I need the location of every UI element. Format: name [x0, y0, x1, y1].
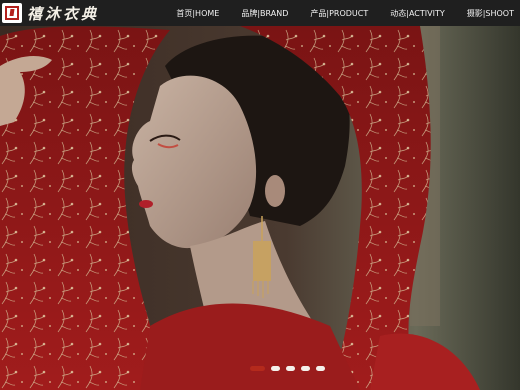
nav-item-activity[interactable]: 动态|ACTIVITY	[390, 8, 444, 19]
brand-logo[interactable]: 禧沐衣典	[2, 0, 99, 26]
carousel-dot-5[interactable]	[316, 366, 325, 371]
carousel-dot-1[interactable]	[250, 366, 265, 371]
main-menu: 首页|HOME 品牌|BRAND 产品|PRODUCT 动态|ACTIVITY …	[176, 0, 514, 26]
brand-name: 禧沐衣典	[27, 4, 100, 23]
nav-item-shoot[interactable]: 摄影|SHOOT	[467, 8, 514, 19]
top-nav: 禧沐衣典 首页|HOME 品牌|BRAND 产品|PRODUCT 动态|ACTI…	[0, 0, 520, 26]
hero-image	[0, 26, 520, 390]
carousel-dot-2[interactable]	[271, 366, 280, 371]
carousel-pagination	[250, 366, 325, 371]
nav-item-brand[interactable]: 品牌|BRAND	[241, 8, 288, 19]
seal-logo-icon	[2, 3, 22, 23]
nav-item-home[interactable]: 首页|HOME	[176, 8, 219, 19]
carousel-dot-3[interactable]	[286, 366, 295, 371]
carousel-dot-4[interactable]	[301, 366, 310, 371]
hero-banner	[0, 26, 520, 390]
nav-item-product[interactable]: 产品|PRODUCT	[310, 8, 368, 19]
